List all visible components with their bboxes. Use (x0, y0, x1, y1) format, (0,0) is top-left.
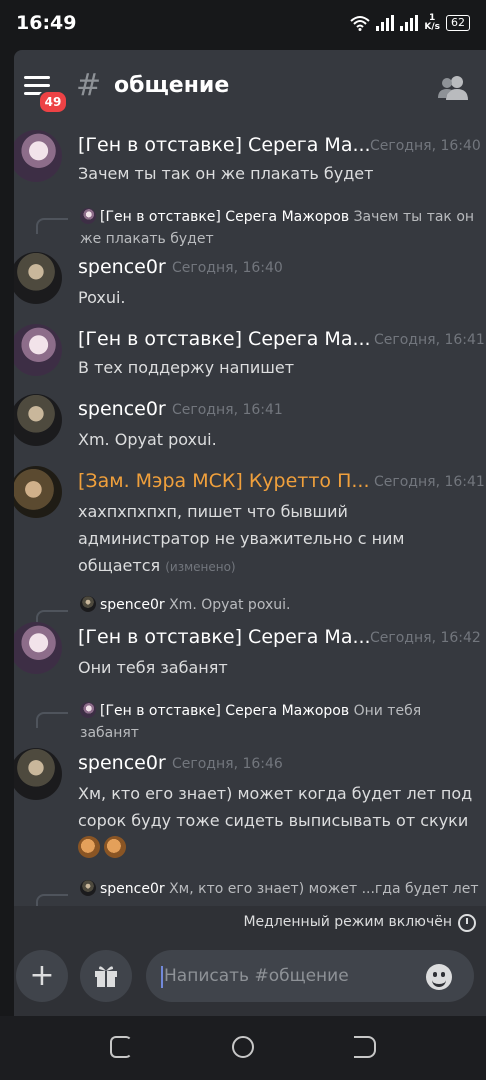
author-name[interactable]: [Ген в отставке] Серега Ма... (78, 626, 371, 648)
message-body: хахпхпхпхп, пишет что бывший администрат… (78, 502, 405, 575)
message-text: Хм, кто его знает) может когда будет лет… (78, 784, 473, 830)
avatar[interactable] (14, 466, 62, 518)
author-name[interactable]: [Ген в отставке] Серега Ма... (78, 134, 371, 156)
gift-button[interactable] (80, 950, 132, 1002)
timestamp: Сегодня, 16:41 (172, 402, 283, 418)
avatar[interactable] (14, 748, 62, 800)
message-text: Они тебя забанят (78, 658, 228, 677)
reply-connector (36, 894, 68, 906)
custom-emoji[interactable] (78, 836, 100, 858)
custom-emoji-row (78, 836, 130, 858)
avatar[interactable] (14, 394, 62, 446)
home-button[interactable] (232, 1036, 254, 1058)
reply-connector (36, 218, 68, 234)
back-button[interactable] (354, 1036, 376, 1058)
signal-icon-2 (400, 15, 419, 31)
status-bar: 16:49 1 K/s 62 (0, 0, 486, 50)
reply-preview[interactable]: [Ген в отставке] Серега Мажоров Они тебя… (80, 700, 480, 744)
recent-apps-button[interactable] (110, 1036, 132, 1058)
reply-preview[interactable]: [Ген в отставке] Серега Мажоров Зачем ты… (80, 206, 480, 250)
battery-icon: 62 (446, 15, 470, 31)
reply-avatar (80, 880, 96, 896)
reply-avatar (80, 596, 96, 612)
hash-icon: # (76, 68, 102, 103)
avatar[interactable] (14, 622, 62, 674)
channel-header: 49 # общение (14, 50, 486, 124)
message-composer: + (14, 938, 486, 1016)
signal-icon (376, 15, 395, 31)
reply-avatar (80, 702, 96, 718)
message-list[interactable]: [Ген в отставке] Серега Ма... Сегодня, 1… (14, 124, 486, 906)
slowmode-bar: Медленный режим включён (14, 906, 486, 938)
avatar[interactable] (14, 324, 62, 376)
android-nav-bar (0, 1016, 486, 1080)
slowmode-label: Медленный режим включён (243, 914, 452, 930)
message-text: В тех поддержу напишет (78, 358, 295, 377)
message-text: Хm. Opyat poxui. (78, 430, 217, 449)
message-input[interactable] (146, 950, 474, 1002)
author-name[interactable]: spence0r (78, 398, 166, 420)
reply-author: [Ген в отставке] Серега Мажоров (100, 209, 350, 225)
timestamp: Сегодня, 16:41 (374, 474, 485, 490)
reply-connector (36, 712, 68, 728)
gift-icon (95, 966, 117, 987)
message-text: Зачем ты так он же плакать будет (78, 164, 374, 183)
speed-unit: K/s (424, 22, 440, 32)
author-name[interactable]: spence0r (78, 256, 166, 278)
members-icon[interactable] (438, 74, 468, 100)
notification-badge: 49 (38, 90, 68, 114)
author-name[interactable]: [Ген в отставке] Серега Ма... (78, 328, 371, 350)
add-attachment-button[interactable]: + (16, 950, 68, 1002)
custom-emoji[interactable] (104, 836, 126, 858)
message-text: Poxui. (78, 288, 126, 307)
status-time: 16:49 (16, 12, 77, 34)
discord-app: 49 # общение [Ген в отставке] Серега Ма.… (14, 50, 486, 1016)
avatar[interactable] (14, 252, 62, 304)
reply-author: spence0r (100, 597, 165, 613)
reply-avatar (80, 208, 96, 224)
timestamp: Сегодня, 16:40 (172, 260, 283, 276)
message-text: хахпхпхпхп, пишет что бывший администрат… (78, 498, 478, 581)
reply-author: spence0r (100, 881, 165, 897)
reply-text: Хм, кто его знает) может ...гда будет ле… (169, 881, 479, 897)
timestamp: Сегодня, 16:41 (374, 332, 485, 348)
slowmode-timer-icon (458, 914, 476, 932)
timestamp: Сегодня, 16:46 (172, 756, 283, 772)
network-speed: 1 K/s (424, 14, 440, 32)
reply-preview[interactable]: spence0r Хm. Opyat poxui. (80, 594, 480, 616)
timestamp: Сегодня, 16:40 (370, 138, 481, 154)
reply-preview[interactable]: spence0r Хм, кто его знает) может ...гда… (80, 878, 480, 900)
emoji-icon[interactable] (426, 964, 452, 990)
status-icons: 1 K/s 62 (350, 14, 470, 32)
reply-text: Хm. Opyat poxui. (169, 597, 291, 613)
text-caret (161, 966, 163, 988)
timestamp: Сегодня, 16:42 (370, 630, 481, 646)
wifi-icon (350, 16, 371, 31)
edited-label: (изменено) (165, 560, 236, 574)
author-name[interactable]: spence0r (78, 752, 166, 774)
reply-author: [Ген в отставке] Серега Мажоров (100, 703, 350, 719)
avatar[interactable] (14, 130, 62, 182)
channel-title: общение (114, 73, 230, 98)
author-name[interactable]: [Зам. Мэра МСК] Куретто П... (78, 470, 370, 492)
